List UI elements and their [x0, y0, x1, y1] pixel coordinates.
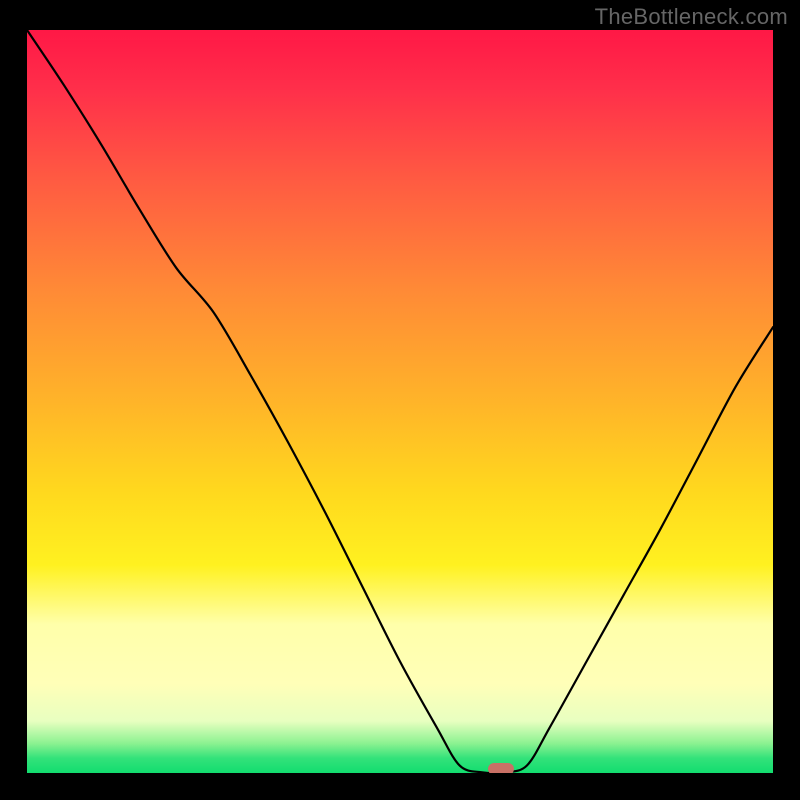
chart-frame: TheBottleneck.com	[0, 0, 800, 800]
plot-area	[27, 30, 773, 773]
bottleneck-curve	[27, 30, 773, 773]
optimum-marker	[488, 763, 514, 773]
watermark-label: TheBottleneck.com	[595, 4, 788, 30]
